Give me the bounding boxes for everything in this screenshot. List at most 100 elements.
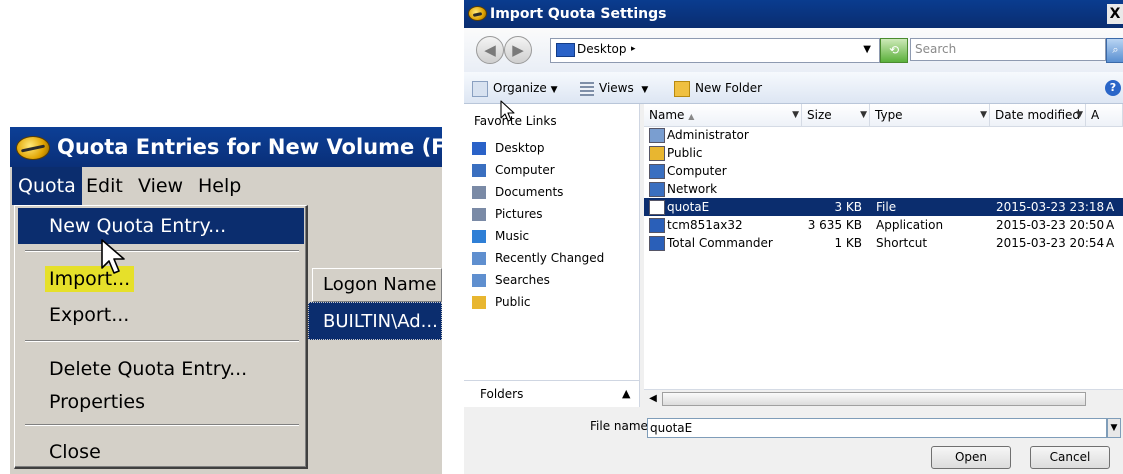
new-folder-label: New Folder: [695, 81, 763, 95]
column-header-size[interactable]: Size ▼: [802, 104, 870, 126]
menu-item-import[interactable]: Import...: [18, 261, 304, 297]
sidebar-item-label: Documents: [495, 185, 564, 199]
file-attr-cell: A: [1106, 236, 1115, 250]
user-folder-icon: [649, 128, 665, 143]
column-header-date-modified[interactable]: Date modified ▼: [990, 104, 1086, 126]
folder-icon: [472, 296, 486, 309]
file-attr-cell: A: [1106, 200, 1115, 214]
logon-name-column-header[interactable]: Logon Name: [312, 268, 442, 302]
import-dialog: Import Quota Settings X ◀ ▶ Desktop ▸ ▼ …: [464, 0, 1123, 474]
dialog-footer: File name: quotaE ▼ Open Cancel: [464, 407, 1123, 474]
column-header-attributes[interactable]: A: [1086, 104, 1123, 126]
application-icon: [649, 218, 665, 233]
views-button[interactable]: Views ▼: [580, 72, 648, 104]
menu-item-export[interactable]: Export...: [18, 297, 304, 333]
column-type-label: Type: [875, 108, 903, 122]
views-icon: [580, 81, 594, 96]
sidebar-item-documents[interactable]: Documents: [472, 182, 563, 202]
cancel-button[interactable]: Cancel: [1030, 446, 1110, 469]
menu-view[interactable]: View: [132, 167, 189, 205]
open-button[interactable]: Open: [931, 446, 1011, 469]
breadcrumb-arrow-icon[interactable]: ▸: [631, 39, 636, 60]
sidebar-item-label: Desktop: [495, 141, 545, 155]
sidebar-item-desktop[interactable]: Desktop: [472, 138, 545, 158]
network-icon: [649, 182, 665, 197]
search-input[interactable]: Search: [910, 38, 1106, 61]
file-type-cell: File: [876, 200, 897, 214]
folder-icon: [649, 146, 665, 161]
column-header-name[interactable]: Name ▲ ▼: [644, 104, 802, 126]
sidebar-item-label: Computer: [495, 163, 555, 177]
sidebar-item-public[interactable]: Public: [472, 292, 531, 312]
file-name-label: quotaE: [667, 200, 710, 214]
table-row[interactable]: quotaE 3 KB File 2015-03-23 23:18 A: [644, 198, 1123, 216]
sidebar-item-label: Recently Changed: [495, 251, 605, 265]
file-name-input[interactable]: quotaE: [647, 418, 1107, 438]
back-button[interactable]: ◀: [476, 36, 504, 64]
search-icon[interactable]: ⌕: [1106, 38, 1123, 63]
table-row[interactable]: Network: [644, 180, 1123, 198]
quota-window-title: Quota Entries for New Volume (F:): [57, 135, 463, 159]
new-folder-icon: [674, 80, 690, 97]
menu-item-properties[interactable]: Properties: [18, 384, 304, 420]
file-name-label: tcm851ax32: [667, 218, 743, 232]
sidebar-item-recently-changed[interactable]: Recently Changed: [472, 248, 604, 268]
menu-separator: [25, 250, 299, 252]
table-row[interactable]: tcm851ax32 3 635 KB Application 2015-03-23 …: [644, 216, 1123, 234]
organize-icon: [472, 80, 488, 97]
menu-help[interactable]: Help: [192, 167, 247, 205]
file-name-cell: quotaE: [649, 198, 709, 216]
file-size-cell: 3 635 KB: [807, 218, 862, 232]
close-button[interactable]: X: [1107, 4, 1123, 24]
file-name-cell: tcm851ax32: [649, 216, 743, 234]
folders-label: Folders: [480, 387, 524, 401]
new-folder-button[interactable]: New Folder: [674, 72, 762, 104]
table-row[interactable]: Administrator: [644, 126, 1123, 144]
chevron-down-icon[interactable]: ▼: [1107, 418, 1121, 438]
shortcut-icon: [649, 236, 665, 251]
quota-window-titlebar: Quota Entries for New Volume (F:): [10, 127, 462, 167]
sidebar-item-computer[interactable]: Computer: [472, 160, 555, 180]
table-row[interactable]: Computer: [644, 162, 1123, 180]
scroll-left-icon[interactable]: ◀: [646, 392, 660, 406]
recently-changed-icon: [472, 252, 486, 265]
file-date-cell: 2015-03-23 23:18: [996, 200, 1105, 214]
sidebar-item-pictures[interactable]: Pictures: [472, 204, 543, 224]
menu-edit[interactable]: Edit: [80, 167, 129, 205]
chevron-up-icon: ▲: [622, 387, 631, 400]
table-row[interactable]: Total Commander 1 KB Shortcut 2015-03-23 20…: [644, 234, 1123, 252]
scrollbar-thumb[interactable]: [662, 392, 1086, 406]
chevron-down-icon[interactable]: ▼: [863, 39, 871, 60]
organize-label: Organize: [493, 81, 547, 95]
folders-toggle[interactable]: Folders ▲: [464, 380, 640, 407]
file-date-cell: 2015-03-23 20:50: [996, 218, 1105, 232]
table-row[interactable]: Public: [644, 144, 1123, 162]
menu-item-new-quota-entry[interactable]: New Quota Entry...: [18, 208, 304, 244]
sidebar-item-searches[interactable]: Searches: [472, 270, 550, 290]
music-icon: [472, 230, 486, 243]
horizontal-scrollbar[interactable]: ◀: [644, 389, 1123, 408]
toolbar: Organize ▼ Views ▼ New Folder ?: [464, 72, 1123, 104]
help-icon[interactable]: ?: [1105, 80, 1121, 96]
pictures-icon: [472, 208, 486, 221]
file-list: Name ▲ ▼ Size ▼ Type ▼ Date modified ▼ A Adm…: [644, 104, 1123, 408]
column-header-type[interactable]: Type ▼: [870, 104, 990, 126]
file-type-cell: Shortcut: [876, 236, 928, 250]
file-name-label: Total Commander: [667, 236, 773, 250]
computer-icon: [649, 164, 665, 179]
menu-item-delete-quota-entry[interactable]: Delete Quota Entry...: [18, 351, 304, 387]
navigation-pane: Favorite Links Desktop Computer Documents P…: [464, 104, 640, 380]
mouse-cursor-icon: [101, 239, 125, 274]
sidebar-item-music[interactable]: Music: [472, 226, 529, 246]
column-size-label: Size: [807, 108, 832, 122]
menu-quota[interactable]: Quota: [12, 167, 82, 205]
quota-list-row[interactable]: BUILTIN\Ad...: [308, 302, 442, 340]
menu-item-close[interactable]: Close: [18, 434, 304, 470]
forward-button[interactable]: ▶: [504, 36, 532, 64]
refresh-button[interactable]: ⟲: [880, 38, 908, 63]
sidebar-item-label: Searches: [495, 273, 550, 287]
column-date-label: Date modified: [995, 108, 1081, 122]
address-box[interactable]: Desktop ▸ ▼: [550, 38, 880, 63]
file-name-cell: Administrator: [649, 126, 749, 144]
file-size-cell: 3 KB: [834, 200, 862, 214]
